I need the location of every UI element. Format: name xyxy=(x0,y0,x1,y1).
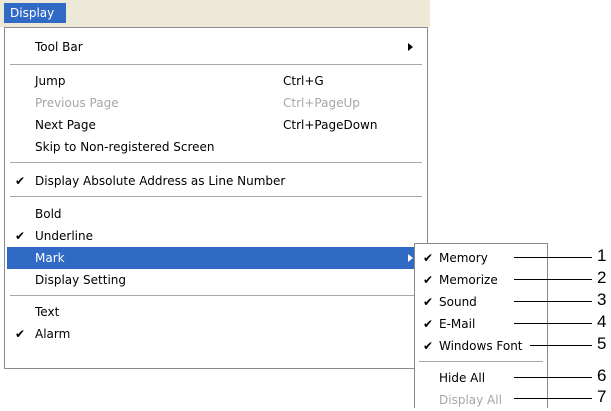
menu-item-skip-to-non-registered-screen[interactable]: Skip to Non-registered Screen xyxy=(7,136,425,158)
menu-item-shortcut: Ctrl+PageDown xyxy=(283,118,378,132)
submenu-arrow-icon xyxy=(408,254,413,262)
submenu-item-sound[interactable]: ✔ Sound xyxy=(417,291,545,313)
display-menu: Tool Bar Jump Ctrl+G Previous Page Ctrl+… xyxy=(4,27,428,369)
menu-item-display-setting[interactable]: Display Setting xyxy=(7,269,425,291)
menu-item-label: Mark xyxy=(35,251,65,265)
menu-item-shortcut: Ctrl+G xyxy=(283,74,324,88)
menu-item-jump[interactable]: Jump Ctrl+G xyxy=(7,70,425,92)
submenu-item-label: Hide All xyxy=(439,371,486,385)
checkmark-icon: ✔ xyxy=(423,251,434,265)
submenu-item-hide-all[interactable]: Hide All xyxy=(417,367,545,389)
callout-line xyxy=(514,257,592,258)
menu-item-label: Skip to Non-registered Screen xyxy=(35,140,215,154)
callout-number: 3 xyxy=(597,290,607,309)
menu-separator xyxy=(10,162,422,163)
menu-item-display-absolute-address[interactable]: ✔ Display Absolute Address as Line Numbe… xyxy=(7,170,425,192)
callout-line xyxy=(514,323,592,324)
menu-item-label: Underline xyxy=(35,229,93,243)
callout-number: 5 xyxy=(597,334,607,353)
submenu-item-label: Sound xyxy=(439,295,477,309)
callout-number: 7 xyxy=(597,387,607,406)
menu-separator xyxy=(10,196,422,197)
menu-item-label: Alarm xyxy=(35,327,71,341)
checkmark-icon: ✔ xyxy=(15,174,26,188)
callout-line xyxy=(514,377,592,378)
menu-display[interactable]: Display xyxy=(4,3,66,23)
menu-bar: Display xyxy=(0,0,430,27)
menu-item-previous-page: Previous Page Ctrl+PageUp xyxy=(7,92,425,114)
menu-item-alarm[interactable]: ✔ Alarm xyxy=(7,323,425,345)
menu-item-label: Next Page xyxy=(35,118,96,132)
submenu-item-memory[interactable]: ✔ Memory xyxy=(417,247,545,269)
menu-separator xyxy=(10,64,422,65)
callout-line xyxy=(514,279,592,280)
checkmark-icon: ✔ xyxy=(423,295,434,309)
callout-number: 6 xyxy=(597,366,607,385)
menu-item-next-page[interactable]: Next Page Ctrl+PageDown xyxy=(7,114,425,136)
submenu-item-windows-font[interactable]: ✔ Windows Font xyxy=(417,335,545,357)
callout-number: 4 xyxy=(597,312,607,331)
menu-item-bold[interactable]: Bold xyxy=(7,203,425,225)
menu-item-label: Display Absolute Address as Line Number xyxy=(35,174,286,188)
submenu-item-label: Memorize xyxy=(439,273,498,287)
menu-item-underline[interactable]: ✔ Underline xyxy=(7,225,425,247)
submenu-item-memorize[interactable]: ✔ Memorize xyxy=(417,269,545,291)
submenu-item-label: Windows Font xyxy=(439,339,523,353)
submenu-item-e-mail[interactable]: ✔ E-Mail xyxy=(417,313,545,335)
submenu-item-label: E-Mail xyxy=(439,317,476,331)
submenu-item-label: Memory xyxy=(439,251,488,265)
menu-item-mark[interactable]: Mark xyxy=(7,247,425,269)
submenu-arrow-icon xyxy=(408,43,413,51)
callout-line xyxy=(530,345,592,346)
menu-item-label: Previous Page xyxy=(35,96,119,110)
menu-item-tool-bar[interactable]: Tool Bar xyxy=(7,36,425,58)
checkmark-icon: ✔ xyxy=(15,327,26,341)
callout-number: 1 xyxy=(597,246,607,265)
menu-item-text[interactable]: Text xyxy=(7,301,425,323)
callout-line xyxy=(514,301,592,302)
checkmark-icon: ✔ xyxy=(423,273,434,287)
checkmark-icon: ✔ xyxy=(423,317,434,331)
callout-number: 2 xyxy=(597,268,607,287)
menu-item-label: Jump xyxy=(35,74,66,88)
menu-item-shortcut: Ctrl+PageUp xyxy=(283,96,360,110)
callout-line xyxy=(514,398,592,399)
menu-item-label: Bold xyxy=(35,207,62,221)
menu-item-label: Tool Bar xyxy=(35,40,83,54)
menu-separator xyxy=(10,295,422,296)
checkmark-icon: ✔ xyxy=(15,229,26,243)
submenu-separator xyxy=(419,361,543,362)
menu-item-label: Text xyxy=(35,305,60,319)
menu-item-label: Display Setting xyxy=(35,273,127,287)
checkmark-icon: ✔ xyxy=(423,339,434,353)
mark-submenu: ✔ Memory ✔ Memorize ✔ Sound ✔ E-Mail ✔ W… xyxy=(414,243,548,408)
